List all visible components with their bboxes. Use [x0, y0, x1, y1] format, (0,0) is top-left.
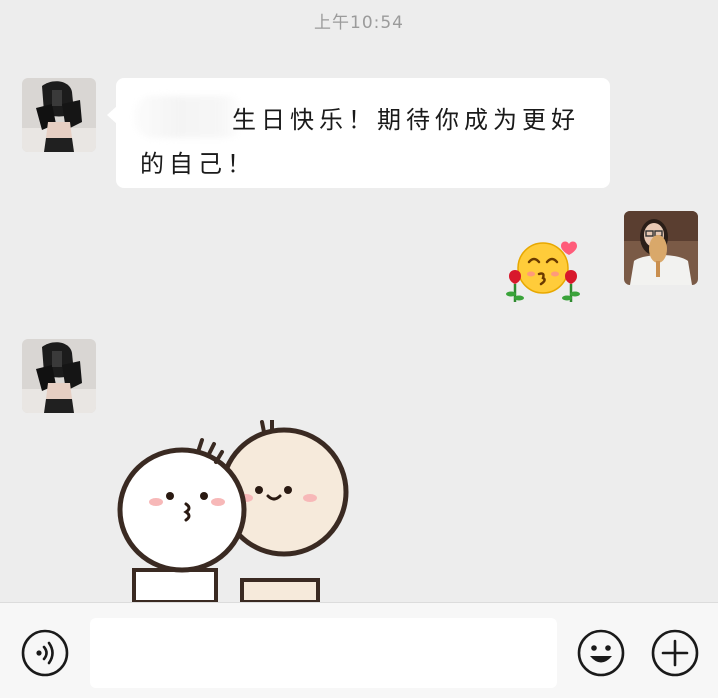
- plus-circle-icon: [651, 629, 699, 677]
- emoji-button[interactable]: [577, 629, 625, 677]
- self-avatar[interactable]: [624, 211, 698, 285]
- contact-avatar[interactable]: [22, 339, 96, 413]
- message-input[interactable]: [90, 618, 557, 688]
- message-text: 生日快乐！期待你成为更好的自己！: [140, 106, 580, 178]
- sticker-message[interactable]: [112, 418, 362, 606]
- chat-area: 上午10:54 生日快乐！期待你成为更好的自己！: [0, 0, 718, 604]
- message-bubble[interactable]: 生日快乐！期待你成为更好的自己！: [107, 78, 610, 188]
- contact-avatar[interactable]: [22, 78, 96, 152]
- voice-button[interactable]: [21, 629, 69, 677]
- emoji-message[interactable]: [503, 236, 583, 312]
- voice-icon: [21, 629, 69, 677]
- smiling-face-with-roses-icon: [506, 241, 580, 302]
- more-options-button[interactable]: [651, 629, 699, 677]
- emoji-face-icon: [577, 629, 625, 677]
- hugging-characters-sticker: [117, 418, 349, 604]
- message-timestamp: 上午10:54: [314, 13, 404, 33]
